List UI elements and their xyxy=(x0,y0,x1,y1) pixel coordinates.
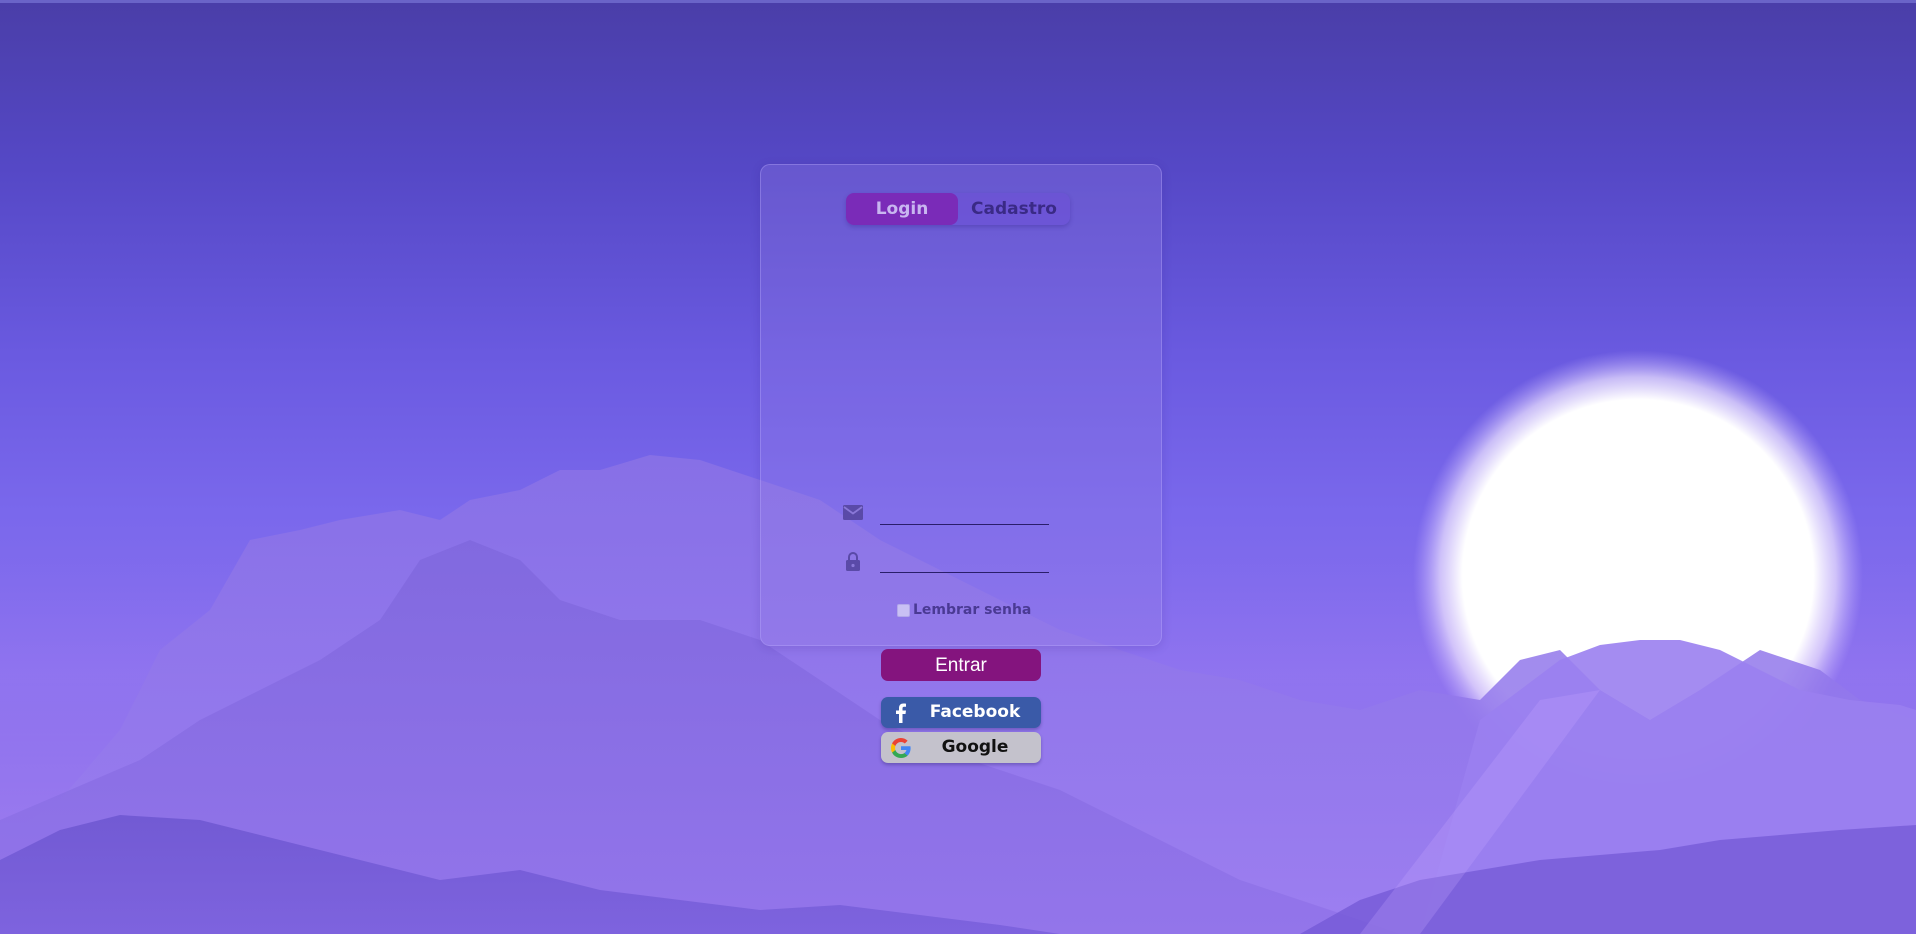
remember-password[interactable]: Lembrar senha xyxy=(897,601,1031,619)
tab-cadastro[interactable]: Cadastro xyxy=(958,193,1070,225)
facebook-login-button[interactable]: Facebook xyxy=(881,697,1041,728)
password-field[interactable] xyxy=(880,546,1049,573)
email-row xyxy=(841,498,1061,528)
google-login-button[interactable]: Google xyxy=(881,732,1041,763)
remember-label: Lembrar senha xyxy=(913,602,1032,618)
entrar-button[interactable]: Entrar xyxy=(881,649,1041,681)
google-label: Google xyxy=(941,737,1009,757)
tab-login[interactable]: Login xyxy=(846,193,958,225)
facebook-icon xyxy=(896,703,906,723)
login-card: Login Cadastro Lembrar senha Entrar Face… xyxy=(760,164,1162,763)
envelope-icon xyxy=(843,505,863,520)
password-row xyxy=(841,546,1061,576)
auth-tabs: Login Cadastro xyxy=(846,193,1070,225)
lock-icon xyxy=(846,552,860,571)
facebook-label: Facebook xyxy=(929,702,1021,722)
login-page: Login Cadastro Lembrar senha Entrar Face… xyxy=(0,0,1916,934)
email-field[interactable] xyxy=(880,498,1049,525)
remember-checkbox[interactable] xyxy=(897,603,910,617)
google-icon xyxy=(891,738,911,758)
